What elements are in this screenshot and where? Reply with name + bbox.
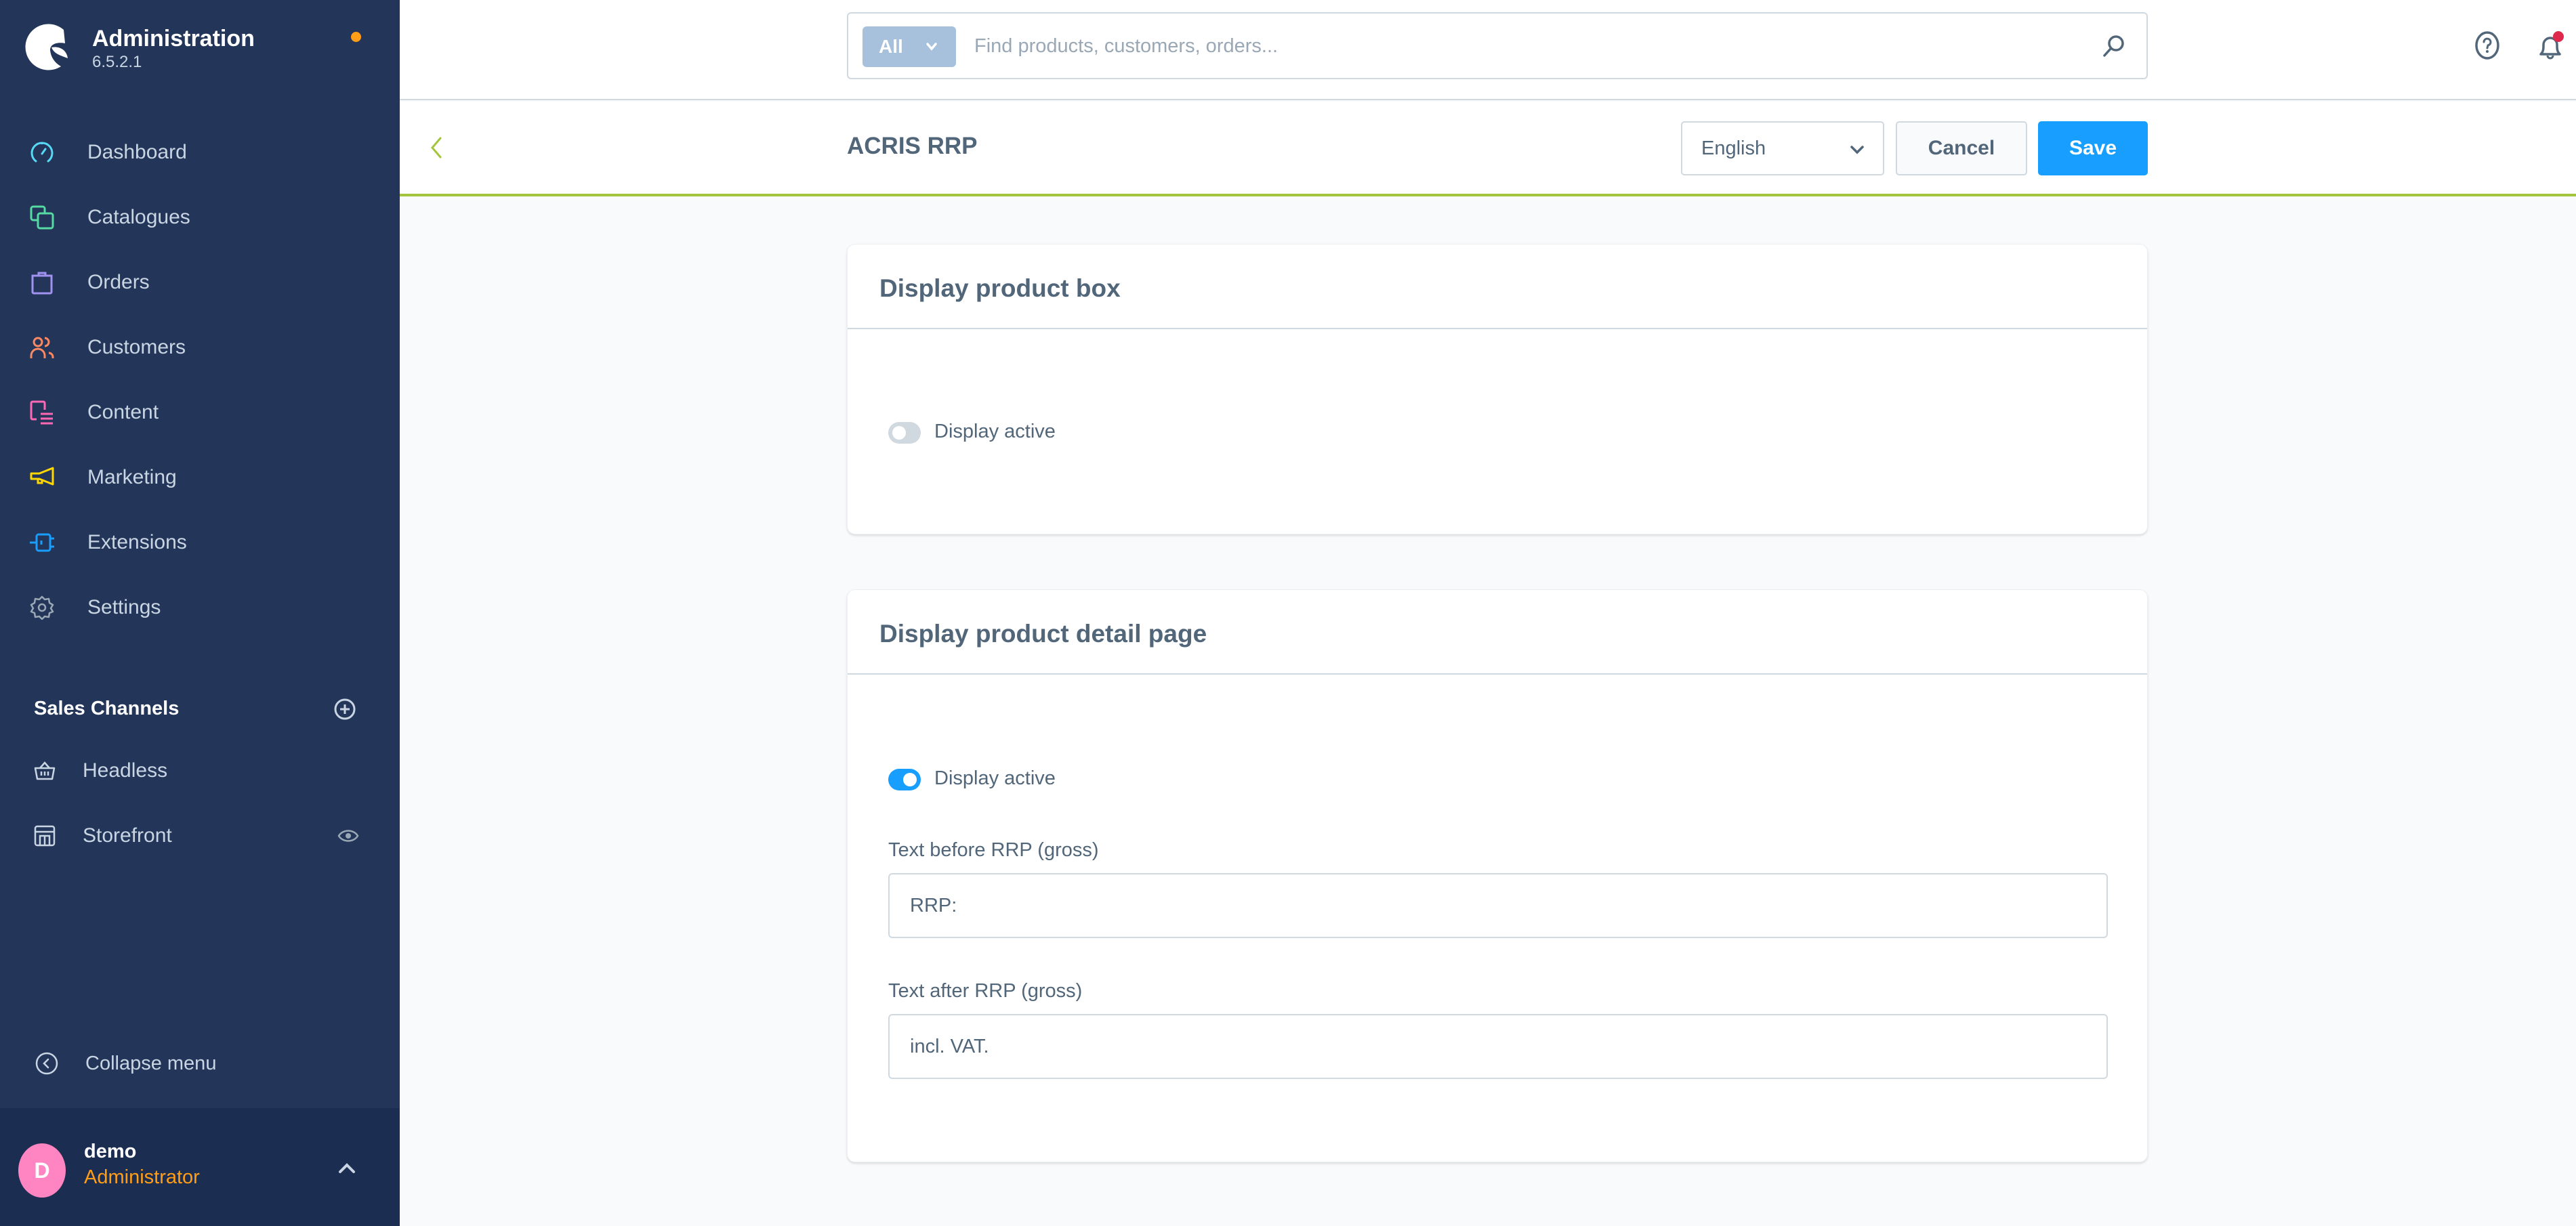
sidebar-item-content[interactable]: Content	[0, 385, 400, 440]
collapse-menu-button[interactable]: Collapse menu	[0, 1036, 400, 1091]
chevron-down-icon	[1850, 146, 1864, 154]
sidebar-item-dashboard[interactable]: Dashboard	[0, 125, 400, 179]
sales-channel-headless[interactable]: Headless	[0, 744, 400, 798]
megaphone-icon	[30, 467, 54, 486]
top-bar: All	[400, 0, 2576, 100]
save-button[interactable]: Save	[2038, 121, 2148, 175]
shopping-bag-icon	[31, 272, 53, 295]
sidebar-item-label: Orders	[87, 271, 150, 293]
cancel-button[interactable]: Cancel	[1896, 121, 2027, 175]
sidebar-item-orders[interactable]: Orders	[0, 255, 400, 310]
sidebar-item-label: Marketing	[87, 466, 177, 488]
sidebar-item-extensions[interactable]: Extensions	[0, 515, 400, 570]
text-after-rrp-label: Text after RRP (gross)	[888, 980, 1083, 1002]
search-input[interactable]	[974, 27, 2058, 65]
sidebar-item-label: Settings	[87, 596, 161, 618]
user-name: demo	[84, 1141, 137, 1162]
text-after-rrp-field	[888, 1014, 2108, 1079]
chevron-up-icon	[339, 1163, 355, 1173]
users-icon	[30, 337, 54, 358]
card-title: Display product detail page	[879, 620, 1207, 648]
sales-channel-label: Headless	[83, 759, 168, 782]
sidebar-item-settings[interactable]: Settings	[0, 580, 400, 635]
storefront-icon	[34, 825, 56, 847]
smart-bar: ACRIS RRP English Cancel Save	[400, 102, 2576, 196]
app-title: Administration	[92, 26, 255, 51]
card-display-product-detail-page: Display product detail page Display acti…	[847, 589, 2148, 1162]
card-header: Display product detail page	[848, 590, 2147, 675]
language-select[interactable]: English	[1681, 121, 1884, 175]
collapse-menu-label: Collapse menu	[85, 1052, 217, 1074]
shopware-logo-icon	[25, 24, 68, 70]
search-icon[interactable]	[2102, 34, 2126, 58]
language-value: English	[1701, 138, 1766, 159]
search-type-label: All	[879, 36, 903, 57]
global-search: All	[847, 12, 2148, 79]
content-icon	[30, 400, 53, 425]
toggle-label: Display active	[934, 767, 1056, 789]
copy-icon	[30, 205, 54, 230]
text-before-rrp-input[interactable]	[910, 874, 2089, 937]
sidebar-item-label: Content	[87, 401, 159, 423]
sidebar: Administration 6.5.2.1 Dashboard Catalog…	[0, 0, 400, 1226]
display-active-toggle[interactable]	[888, 769, 921, 790]
sales-channel-storefront[interactable]: Storefront	[0, 809, 400, 863]
page-title: ACRIS RRP	[847, 133, 978, 159]
user-menu[interactable]: D demo Administrator	[0, 1108, 400, 1226]
sidebar-item-catalogues[interactable]: Catalogues	[0, 190, 400, 245]
card-display-product-box: Display product box Display active	[847, 244, 2148, 534]
chevron-down-icon	[926, 43, 937, 51]
chevron-left-circle-icon	[35, 1052, 58, 1075]
sidebar-item-label: Catalogues	[87, 206, 190, 228]
text-after-rrp-input[interactable]	[910, 1015, 2089, 1078]
card-title: Display product box	[879, 274, 1121, 302]
sales-channel-label: Storefront	[83, 824, 172, 847]
toggle-label: Display active	[934, 421, 1056, 442]
sidebar-item-label: Dashboard	[87, 141, 187, 163]
text-before-rrp-field	[888, 873, 2108, 938]
plug-icon	[30, 533, 54, 552]
basket-icon	[34, 761, 56, 780]
user-role: Administrator	[84, 1166, 200, 1188]
sales-channels-heading: Sales Channels	[34, 698, 180, 719]
gauge-icon	[30, 142, 54, 163]
status-dot	[351, 32, 361, 42]
notification-dot	[2553, 31, 2564, 42]
display-active-toggle[interactable]	[888, 422, 921, 444]
gear-icon	[30, 595, 54, 620]
help-icon[interactable]	[2473, 31, 2501, 60]
card-header: Display product box	[848, 245, 2147, 329]
search-type-dropdown[interactable]: All	[863, 26, 956, 67]
app-version: 6.5.2.1	[92, 53, 142, 71]
back-arrow-icon[interactable]	[427, 134, 446, 161]
sidebar-item-label: Extensions	[87, 531, 187, 553]
text-before-rrp-label: Text before RRP (gross)	[888, 839, 1099, 861]
sidebar-item-label: Customers	[87, 336, 186, 358]
notification-bell-icon[interactable]	[2535, 30, 2565, 62]
sidebar-item-customers[interactable]: Customers	[0, 320, 400, 375]
add-sales-channel-icon[interactable]	[333, 698, 356, 721]
brand-header: Administration 6.5.2.1	[23, 20, 389, 75]
eye-icon[interactable]	[337, 825, 359, 847]
avatar: D	[18, 1143, 66, 1198]
sidebar-item-marketing[interactable]: Marketing	[0, 450, 400, 505]
